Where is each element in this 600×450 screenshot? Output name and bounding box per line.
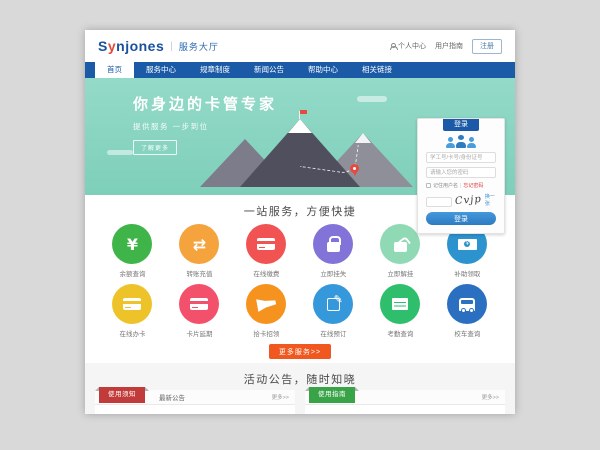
service-item[interactable]: 在线办卡 bbox=[99, 284, 166, 336]
credit-card-icon bbox=[112, 284, 152, 324]
register-button[interactable]: 注册 bbox=[472, 39, 502, 54]
more-link[interactable]: 更多>> bbox=[482, 393, 505, 401]
panel-tab[interactable]: 使用指南 bbox=[309, 387, 355, 403]
panel-body bbox=[95, 405, 295, 414]
panel-header: 使用须知最新公告 更多>> bbox=[95, 390, 295, 405]
person-icon bbox=[389, 43, 396, 50]
remember-row: 记住用户名 | 忘记密码 bbox=[426, 182, 496, 189]
service-label: 校车查询 bbox=[434, 328, 501, 336]
announcements-title: 活动公告，随时知晓 bbox=[85, 371, 515, 384]
announcement-panels: 使用须知最新公告 更多>> 使用指南 更多>> bbox=[85, 384, 515, 414]
service-item[interactable]: 拾卡招领 bbox=[233, 284, 300, 336]
edit-icon bbox=[313, 284, 353, 324]
personal-center-label: 个人中心 bbox=[398, 41, 426, 51]
captcha-refresh-link[interactable]: 换一张 bbox=[485, 193, 496, 207]
service-item[interactable]: 在线预订 bbox=[300, 284, 367, 336]
location-pin-icon bbox=[350, 164, 359, 173]
personal-center-link[interactable]: 个人中心 bbox=[389, 41, 426, 51]
login-panel: 登录 记住用户名 | 忘记密码 Cvjp 换一张 登录 bbox=[417, 118, 505, 234]
service-item[interactable]: ¥ 余额查询 bbox=[99, 224, 166, 276]
service-label: 拾卡招领 bbox=[233, 328, 300, 336]
panel-header: 使用指南 更多>> bbox=[305, 390, 505, 405]
user-guide-label: 用户指南 bbox=[435, 41, 463, 51]
announcement-panel: 使用须知最新公告 更多>> bbox=[95, 390, 295, 414]
panel-tab-secondary[interactable]: 最新公告 bbox=[145, 392, 199, 402]
announcement-panel: 使用指南 更多>> bbox=[305, 390, 505, 414]
users-icon bbox=[426, 135, 496, 148]
service-label: 补助领取 bbox=[434, 268, 501, 276]
nav-item-5[interactable]: 相关链接 bbox=[350, 62, 404, 78]
snow-cap bbox=[355, 130, 371, 143]
captcha-row: Cvjp 换一张 bbox=[426, 193, 496, 207]
service-label: 在线缴费 bbox=[233, 268, 300, 276]
logo-text: S bbox=[98, 38, 108, 54]
cloud-icon bbox=[107, 150, 133, 155]
service-label: 卡片延期 bbox=[166, 328, 233, 336]
megaphone-icon bbox=[246, 284, 286, 324]
list-icon bbox=[380, 284, 420, 324]
logo[interactable]: Synjones bbox=[98, 38, 164, 54]
nav-item-3[interactable]: 新闻公告 bbox=[242, 62, 296, 78]
service-label: 在线办卡 bbox=[99, 328, 166, 336]
logo-accent: y bbox=[108, 38, 116, 54]
lock-icon bbox=[313, 224, 353, 264]
login-submit-button[interactable]: 登录 bbox=[426, 212, 496, 225]
user-guide-link[interactable]: 用户指南 bbox=[435, 41, 463, 51]
product-name: 服务大厅 bbox=[179, 40, 219, 53]
service-label: 立即挂失 bbox=[300, 268, 367, 276]
person-figure bbox=[456, 135, 466, 148]
service-label: 考勤查询 bbox=[367, 328, 434, 336]
flag-icon bbox=[300, 110, 307, 114]
nav-item-4[interactable]: 帮助中心 bbox=[296, 62, 350, 78]
snow-cap bbox=[288, 116, 312, 133]
main-nav: 首页服务中心规章制度新闻公告帮助中心相关链接 bbox=[85, 62, 515, 78]
more-link[interactable]: 更多>> bbox=[272, 393, 295, 401]
credit-card-icon bbox=[246, 224, 286, 264]
service-label: 余额查询 bbox=[99, 268, 166, 276]
service-item[interactable]: 考勤查询 bbox=[367, 284, 434, 336]
panel-body bbox=[305, 405, 505, 414]
cloud-icon bbox=[357, 96, 387, 102]
service-item[interactable]: 卡片延期 bbox=[166, 284, 233, 336]
service-item[interactable]: 校车查询 bbox=[434, 284, 501, 336]
nav-item-0[interactable]: 首页 bbox=[95, 62, 134, 78]
captcha-image[interactable]: Cvjp bbox=[455, 193, 483, 206]
yen-icon: ¥ bbox=[112, 224, 152, 264]
login-tab[interactable]: 登录 bbox=[443, 119, 479, 131]
logo-divider: | bbox=[170, 41, 173, 52]
panel-tab[interactable]: 使用须知 bbox=[99, 387, 145, 403]
remember-checkbox[interactable] bbox=[426, 183, 431, 188]
service-item[interactable]: 在线缴费 bbox=[233, 224, 300, 276]
nav-item-2[interactable]: 规章制度 bbox=[188, 62, 242, 78]
remember-label: 记住用户名 bbox=[433, 182, 458, 189]
service-label: 转账充值 bbox=[166, 268, 233, 276]
person-figure bbox=[467, 137, 476, 148]
more-services-button[interactable]: 更多服务>> bbox=[269, 344, 331, 359]
hero-banner: 你身边的卡管专家 提供服务 一步到位 了解更多 登录 bbox=[85, 78, 515, 195]
header-links: 个人中心 用户指南 注册 bbox=[389, 39, 502, 54]
captcha-input[interactable] bbox=[426, 197, 452, 207]
unlock-icon bbox=[380, 224, 420, 264]
announcements-section: 活动公告，随时知晓 使用须知最新公告 更多>> 使用指南 更多>> bbox=[85, 363, 515, 414]
forgot-password-link[interactable]: 忘记密码 bbox=[463, 182, 483, 189]
password-input[interactable] bbox=[426, 167, 496, 178]
service-item[interactable]: 立即挂失 bbox=[300, 224, 367, 276]
person-figure bbox=[446, 137, 455, 148]
nav-item-1[interactable]: 服务中心 bbox=[134, 62, 188, 78]
bus-icon bbox=[447, 284, 487, 324]
mountain-illustration bbox=[200, 109, 415, 187]
services-grid: ¥ 余额查询 ⇄ 转账充值在线缴费立即挂失立即解挂补助领取在线办卡卡片延期拾卡招领在线… bbox=[85, 216, 515, 336]
service-label: 立即解挂 bbox=[367, 268, 434, 276]
service-label: 在线预订 bbox=[300, 328, 367, 336]
service-item[interactable]: ⇄ 转账充值 bbox=[166, 224, 233, 276]
hero-cta-button[interactable]: 了解更多 bbox=[133, 140, 177, 155]
site-header: Synjones | 服务大厅 个人中心 用户指南 注册 bbox=[85, 30, 515, 62]
username-input[interactable] bbox=[426, 152, 496, 163]
divider: | bbox=[460, 183, 461, 189]
page: Synjones | 服务大厅 个人中心 用户指南 注册 首页服务中心规章制度新… bbox=[85, 30, 515, 414]
transfer-icon: ⇄ bbox=[179, 224, 219, 264]
logo-text: njones bbox=[116, 38, 164, 54]
credit-card-icon bbox=[179, 284, 219, 324]
